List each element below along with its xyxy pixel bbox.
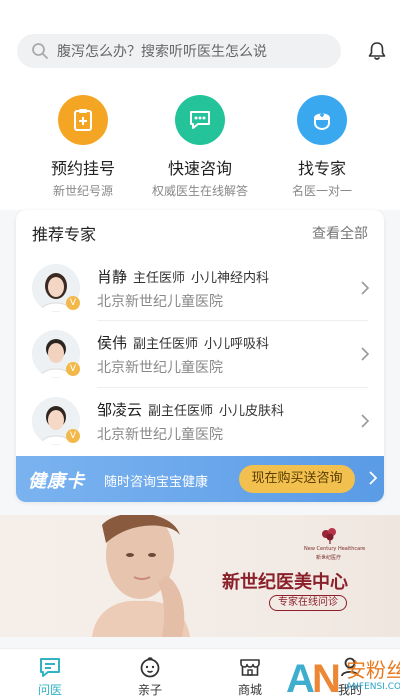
doctor-name: 肖静	[97, 268, 128, 286]
quick-appointment-title: 预约挂号	[50, 159, 115, 178]
quick-expert-title: 找专家	[297, 159, 346, 178]
bell-icon[interactable]	[366, 40, 388, 62]
flower-logo-icon	[322, 528, 336, 544]
brand-name-en: New Century Healthcare	[304, 546, 366, 552]
quick-consult-subtitle: 权威医生在线解答	[151, 184, 248, 198]
promo-banner[interactable]: New Century Healthcare 新世纪医疗 新世纪医美中心 专家在…	[0, 515, 400, 637]
quick-appointment-subtitle: 新世纪号源	[52, 184, 113, 198]
doctor-dept: 小儿皮肤科	[219, 404, 285, 419]
nav-label: 亲子	[137, 683, 162, 697]
store-icon	[240, 659, 260, 676]
search-bar[interactable]: 腹泻怎么办？搜索听听医生怎么说	[17, 34, 341, 68]
nav-tab-parenting[interactable]: 亲子	[120, 655, 180, 698]
nav-tab-store[interactable]: 商城	[220, 655, 280, 698]
nav-tab-ask-doctor[interactable]: 问医	[20, 655, 80, 698]
doctor-name: 侯伟	[97, 334, 128, 352]
chevron-right-icon	[361, 281, 370, 295]
expert-online-pill[interactable]: 专家在线问诊	[269, 595, 347, 611]
chat-bubble-icon	[40, 658, 60, 677]
model-portrait-image	[92, 515, 190, 637]
nav-label: 问医	[37, 683, 62, 697]
view-all-link[interactable]: 查看全部	[312, 223, 368, 243]
health-card-slogan: 随时咨询宝宝健康	[104, 475, 209, 490]
verified-badge: V	[66, 296, 80, 310]
doctor-name: 邹凌云	[97, 401, 143, 419]
svg-text:N: N	[312, 657, 341, 700]
banner-headline: 新世纪医美中心	[222, 572, 348, 593]
nurse-icon	[297, 95, 347, 145]
divider	[97, 320, 368, 321]
section-title: 推荐专家	[32, 225, 97, 244]
verified-badge: V	[66, 362, 80, 376]
doctor-name-line: 邹凌云 副主任医师 小儿皮肤科	[97, 399, 284, 420]
brand-name-cn: 新世纪医疗	[316, 555, 342, 561]
quick-appointment[interactable]: 预约挂号 新世纪号源	[28, 95, 138, 199]
health-card-logo: 健康卡	[28, 471, 85, 492]
appointment-icon	[58, 95, 108, 145]
doctor-title: 副主任医师	[148, 404, 214, 419]
doctor-hospital: 北京新世纪儿童医院	[97, 360, 223, 376]
doctor-hospital: 北京新世纪儿童医院	[97, 427, 223, 443]
chevron-right-icon	[369, 471, 378, 485]
baby-face-icon	[140, 657, 160, 678]
watermark-cn: 安粉丝	[346, 658, 400, 682]
doctor-title: 副主任医师	[133, 337, 199, 352]
doctor-name-line: 侯伟 副主任医师 小儿呼吸科	[97, 332, 269, 353]
chevron-right-icon	[361, 347, 370, 361]
quick-expert[interactable]: 找专家 名医一对一	[267, 95, 377, 199]
doctor-title: 主任医师	[133, 271, 186, 286]
buy-now-button[interactable]: 现在购买送咨询	[239, 465, 355, 493]
doctor-dept: 小儿神经内科	[191, 271, 270, 286]
quick-consult-title: 快速咨询	[167, 159, 232, 178]
site-watermark: A N 安粉丝 ANFENSI.COM	[282, 652, 400, 700]
expert-row[interactable]: V 肖静 主任医师 小儿神经内科 北京新世纪儿童医院	[16, 256, 384, 322]
health-card-bar[interactable]: 健康卡 随时咨询宝宝健康 现在购买送咨询	[16, 456, 384, 502]
watermark-en: ANFENSI.COM	[346, 682, 400, 692]
chevron-right-icon	[361, 414, 370, 428]
divider	[97, 387, 368, 388]
doctor-hospital: 北京新世纪儿童医院	[97, 294, 223, 310]
search-icon	[32, 43, 48, 59]
nav-label: 商城	[237, 683, 262, 697]
svg-text:A: A	[286, 657, 315, 700]
doctor-name-line: 肖静 主任医师 小儿神经内科	[97, 266, 269, 287]
expert-row[interactable]: V 邹凌云 副主任医师 小儿皮肤科 北京新世纪儿童医院	[16, 389, 384, 455]
quick-consult[interactable]: 快速咨询 权威医生在线解答	[145, 95, 255, 199]
verified-badge: V	[66, 429, 80, 443]
expert-row[interactable]: V 侯伟 副主任医师 小儿呼吸科 北京新世纪儿童医院	[16, 322, 384, 388]
search-placeholder: 腹泻怎么办？搜索听听医生怎么说	[57, 44, 267, 60]
chat-icon	[175, 95, 225, 145]
quick-expert-subtitle: 名医一对一	[291, 184, 352, 198]
doctor-dept: 小儿呼吸科	[204, 337, 270, 352]
header-area: 腹泻怎么办？搜索听听医生怎么说 预约挂号 新世纪号源 快速咨询 权威医生在线解答…	[0, 0, 400, 210]
